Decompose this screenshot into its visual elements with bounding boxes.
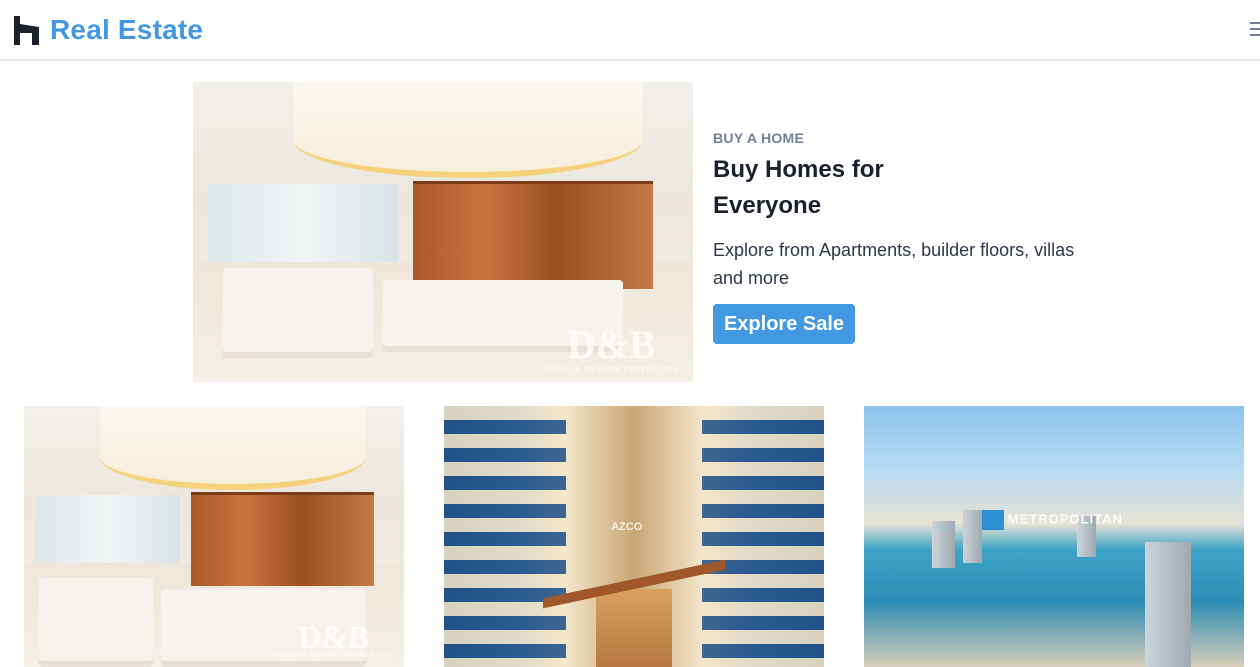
image-watermark: AZCO [611,520,643,533]
image-watermark: METROPOLITAN [981,510,1123,531]
hero-image: D&B DUBAI & BEYOND PROPERTIES [193,82,693,382]
hamburger-menu-icon[interactable] [1250,22,1260,36]
image-watermark: D&B DUBAI & BEYOND PROPERTIES [274,619,393,660]
listing-card-image[interactable]: AZCO [444,406,824,667]
brand-link[interactable]: Real Estate [14,14,203,46]
hero-description: Explore from Apartments, builder floors,… [713,240,1075,288]
brand-name[interactable]: Real Estate [50,14,203,46]
hero-content: BUY A HOME Buy Homes for Everyone Explor… [713,128,1093,344]
hero-eyebrow: BUY A HOME [713,130,805,146]
hero-title: Buy Homes for Everyone [713,156,884,219]
navbar: Real Estate [0,0,1260,61]
image-watermark: D&B DUBAI & BEYOND PROPERTIES [544,322,678,374]
house-logo-icon [14,15,39,45]
listing-card-image[interactable]: METROPOLITAN [864,406,1244,667]
listing-card-image[interactable]: D&B DUBAI & BEYOND PROPERTIES [24,406,404,667]
explore-sale-button[interactable]: Explore Sale [713,304,855,344]
